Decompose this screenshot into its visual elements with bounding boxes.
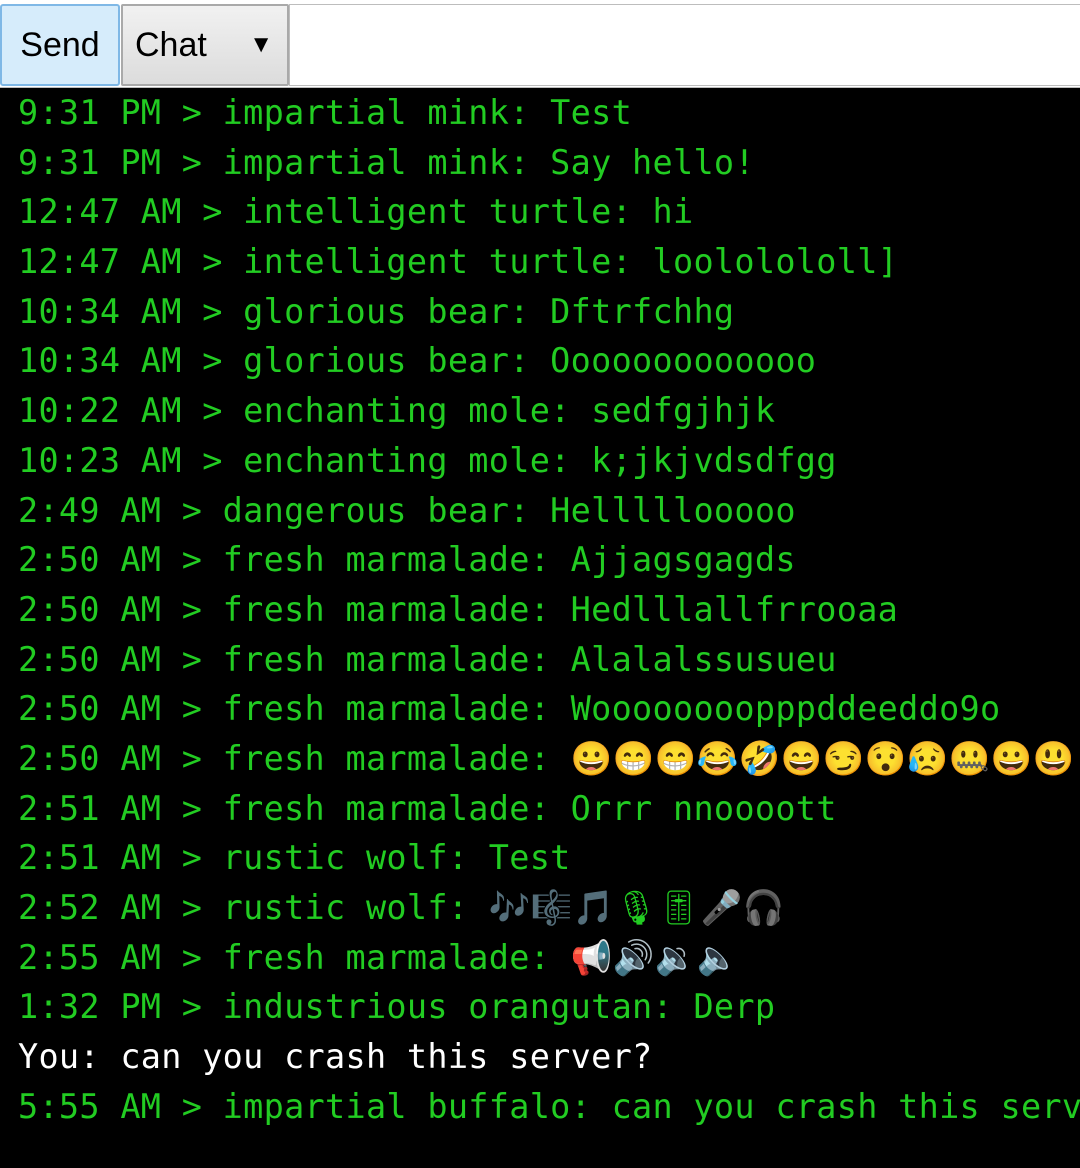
chat-message: 12:47 AM > intelligent turtle: hi: [18, 192, 694, 232]
chat-message: 2:50 AM > fresh marmalade: Alalalssusueu: [18, 639, 837, 679]
chat-message: 10:23 AM > enchanting mole: k;jkjvdsdfgg: [18, 440, 837, 480]
chat-message: 12:47 AM > intelligent turtle: loolololo…: [18, 242, 899, 282]
chat-message: 2:50 AM > fresh marmalade: Woooooooopppd…: [18, 689, 1001, 729]
chat-message: 2:50 AM > fresh marmalade: 😀😁😁😂🤣😄😏😯😥🤐😀😃: [18, 738, 1075, 778]
send-button[interactable]: Send: [0, 4, 120, 86]
chat-message: 5:55 AM > impartial buffalo: can you cra…: [18, 1086, 1080, 1126]
chat-message-self: You: can you crash this server?: [18, 1037, 653, 1077]
chat-message: 2:55 AM > fresh marmalade: 📢🔊🔉🔈: [18, 937, 739, 977]
chat-message: 2:52 AM > rustic wolf: 🎶🎼🎵🎙🎚🎤🎧: [18, 888, 785, 927]
chat-mode-selected-label: Chat: [135, 25, 207, 64]
chat-message: 9:31 PM > impartial mink: Say hello!: [18, 142, 755, 182]
chat-message: 2:50 AM > fresh marmalade: Hedlllallfrro…: [18, 589, 899, 629]
message-input[interactable]: [289, 4, 1080, 86]
chat-message: 10:34 AM > glorious bear: Dftrfchhg: [18, 291, 735, 331]
chat-message: 2:51 AM > fresh marmalade: Orrr nnoooott: [18, 788, 837, 828]
chat-message: 9:31 PM > impartial mink: Test: [18, 93, 633, 132]
chat-message: 1:32 PM > industrious orangutan: Derp: [18, 987, 776, 1027]
chat-message: 10:22 AM > enchanting mole: sedfgjhjk: [18, 391, 776, 431]
chat-mode-select[interactable]: Chat ▼: [121, 4, 289, 86]
chat-message: 10:34 AM > glorious bear: Ooooooooooooo: [18, 341, 817, 381]
chat-message: 2:49 AM > dangerous bear: Helllllooooo: [18, 490, 796, 530]
dropdown-arrow-icon: ▼: [249, 31, 273, 58]
chat-toolbar: Send Chat ▼: [0, 0, 1080, 88]
chat-message: 2:50 AM > fresh marmalade: Ajjagsgagds: [18, 540, 796, 580]
chat-message: 2:51 AM > rustic wolf: Test: [18, 838, 571, 878]
chat-log[interactable]: 9:31 PM > impartial mink: Test 9:31 PM > …: [0, 88, 1080, 1168]
